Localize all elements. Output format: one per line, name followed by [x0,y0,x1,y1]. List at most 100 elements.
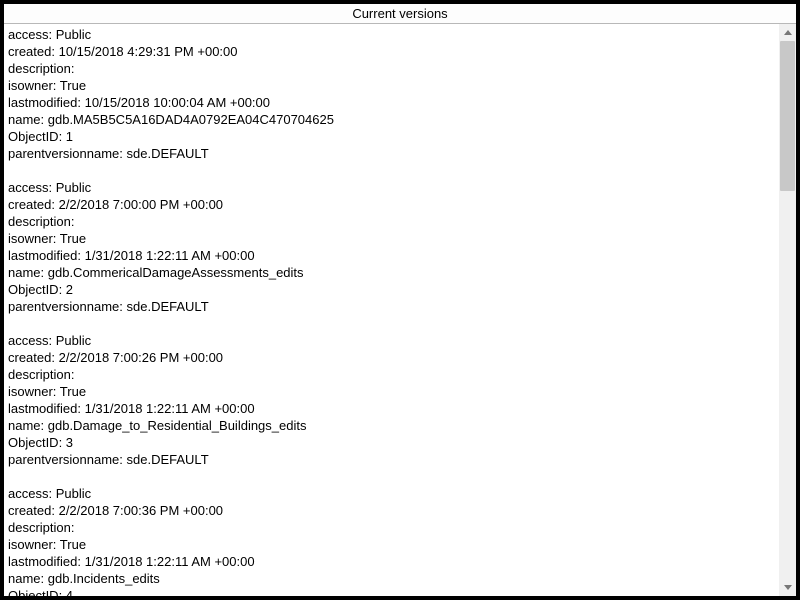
field-created: created: 2/2/2018 7:00:00 PM +00:00 [8,196,775,213]
field-label: description: [8,214,74,229]
chevron-down-icon [784,585,792,590]
field-label: created: [8,350,59,365]
field-lastmodified: lastmodified: 1/31/2018 1:22:11 AM +00:0… [8,400,775,417]
field-name: name: gdb.MA5B5C5A16DAD4A0792EA04C470704… [8,111,775,128]
scrollbar-thumb[interactable] [780,41,795,191]
field-parentversionname: parentversionname: sde.DEFAULT [8,145,775,162]
field-value: 1/31/2018 1:22:11 AM +00:00 [85,401,255,416]
field-objectid: ObjectID: 2 [8,281,775,298]
field-label: isowner: [8,537,60,552]
field-value: Public [56,486,91,501]
window-title: Current versions [4,4,796,24]
field-created: created: 2/2/2018 7:00:36 PM +00:00 [8,502,775,519]
versions-list: access: Publiccreated: 10/15/2018 4:29:3… [4,24,779,596]
field-isowner: isowner: True [8,383,775,400]
version-record: access: Publiccreated: 2/2/2018 7:00:36 … [8,485,775,596]
field-value: gdb.MA5B5C5A16DAD4A0792EA04C470704625 [48,112,334,127]
version-record: access: Publiccreated: 10/15/2018 4:29:3… [8,26,775,162]
field-access: access: Public [8,26,775,43]
field-label: description: [8,520,74,535]
field-lastmodified: lastmodified: 1/31/2018 1:22:11 AM +00:0… [8,247,775,264]
field-label: description: [8,367,74,382]
field-label: access: [8,27,56,42]
chevron-up-icon [784,30,792,35]
field-description: description: [8,366,775,383]
field-created: created: 2/2/2018 7:00:26 PM +00:00 [8,349,775,366]
field-access: access: Public [8,485,775,502]
vertical-scrollbar[interactable] [779,24,796,596]
field-label: parentversionname: [8,146,127,161]
field-value: 4 [66,588,73,596]
field-value: 1/31/2018 1:22:11 AM +00:00 [85,554,255,569]
field-description: description: [8,519,775,536]
field-label: created: [8,503,59,518]
field-value: 10/15/2018 10:00:04 AM +00:00 [85,95,270,110]
field-value: True [60,78,86,93]
field-isowner: isowner: True [8,230,775,247]
field-label: access: [8,486,56,501]
field-name: name: gdb.CommericalDamageAssessments_ed… [8,264,775,281]
field-label: lastmodified: [8,401,85,416]
field-access: access: Public [8,179,775,196]
field-label: parentversionname: [8,452,127,467]
field-label: description: [8,61,74,76]
field-description: description: [8,60,775,77]
field-value: gdb.Damage_to_Residential_Buildings_edit… [48,418,307,433]
field-label: isowner: [8,78,60,93]
field-label: name: [8,418,48,433]
field-value: 1 [66,129,73,144]
field-label: lastmodified: [8,95,85,110]
field-objectid: ObjectID: 4 [8,587,775,596]
field-label: name: [8,265,48,280]
field-value: Public [56,180,91,195]
field-value: 3 [66,435,73,450]
field-label: access: [8,333,56,348]
field-value: gdb.Incidents_edits [48,571,160,586]
field-label: lastmodified: [8,554,85,569]
field-value: sde.DEFAULT [127,146,209,161]
field-access: access: Public [8,332,775,349]
field-name: name: gdb.Incidents_edits [8,570,775,587]
field-lastmodified: lastmodified: 1/31/2018 1:22:11 AM +00:0… [8,553,775,570]
scroll-down-button[interactable] [779,579,796,596]
field-value: Public [56,333,91,348]
field-label: access: [8,180,56,195]
field-label: isowner: [8,231,60,246]
field-objectid: ObjectID: 3 [8,434,775,451]
field-parentversionname: parentversionname: sde.DEFAULT [8,298,775,315]
field-parentversionname: parentversionname: sde.DEFAULT [8,451,775,468]
field-name: name: gdb.Damage_to_Residential_Building… [8,417,775,434]
field-isowner: isowner: True [8,77,775,94]
scroll-up-button[interactable] [779,24,796,41]
field-label: isowner: [8,384,60,399]
field-created: created: 10/15/2018 4:29:31 PM +00:00 [8,43,775,60]
field-label: ObjectID: [8,129,66,144]
field-value: 2/2/2018 7:00:00 PM +00:00 [59,197,223,212]
field-value: 2/2/2018 7:00:26 PM +00:00 [59,350,223,365]
field-value: gdb.CommericalDamageAssessments_edits [48,265,304,280]
field-value: True [60,537,86,552]
field-label: created: [8,197,59,212]
field-label: lastmodified: [8,248,85,263]
field-description: description: [8,213,775,230]
field-value: 1/31/2018 1:22:11 AM +00:00 [85,248,255,263]
field-lastmodified: lastmodified: 10/15/2018 10:00:04 AM +00… [8,94,775,111]
field-label: ObjectID: [8,588,66,596]
field-label: name: [8,112,48,127]
field-label: ObjectID: [8,282,66,297]
field-value: 10/15/2018 4:29:31 PM +00:00 [59,44,238,59]
field-value: 2/2/2018 7:00:36 PM +00:00 [59,503,223,518]
field-label: name: [8,571,48,586]
field-label: parentversionname: [8,299,127,314]
field-value: True [60,231,86,246]
field-value: 2 [66,282,73,297]
body-area: access: Publiccreated: 10/15/2018 4:29:3… [4,24,796,596]
field-label: created: [8,44,59,59]
version-record: access: Publiccreated: 2/2/2018 7:00:26 … [8,332,775,468]
field-value: sde.DEFAULT [127,452,209,467]
field-objectid: ObjectID: 1 [8,128,775,145]
app-window: Current versions access: Publiccreated: … [0,0,800,600]
field-value: Public [56,27,91,42]
field-value: sde.DEFAULT [127,299,209,314]
field-isowner: isowner: True [8,536,775,553]
